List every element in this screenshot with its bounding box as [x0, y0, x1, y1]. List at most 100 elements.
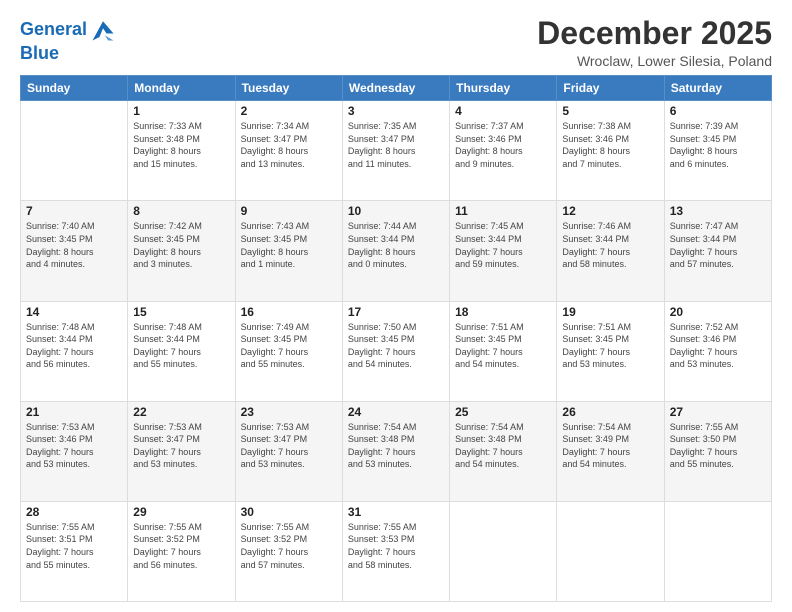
day-number: 8 [133, 204, 229, 218]
day-info: Sunrise: 7:46 AM Sunset: 3:44 PM Dayligh… [562, 220, 658, 270]
calendar-cell: 21Sunrise: 7:53 AM Sunset: 3:46 PM Dayli… [21, 401, 128, 501]
day-number: 5 [562, 104, 658, 118]
calendar-header-monday: Monday [128, 76, 235, 101]
calendar-cell: 2 Sunrise: 7:34 AM Sunset: 3:47 PM Daylig… [235, 101, 342, 201]
calendar-cell: 29 Sunrise: 7:55 AM Sunset: 3:52 PM Dayli… [128, 501, 235, 601]
day-info: Sunrise: 7:49 AM Sunset: 3:45 PM Dayligh… [241, 321, 337, 371]
day-number: 12 [562, 204, 658, 218]
day-number: 9 [241, 204, 337, 218]
day-number: 30 [241, 505, 337, 519]
calendar-header-wednesday: Wednesday [342, 76, 449, 101]
day-info: Sunrise: 7:33 AM Sunset: 3:48 PM Dayligh… [133, 120, 229, 170]
day-number: 16 [241, 305, 337, 319]
calendar-cell: 25 Sunrise: 7:54 AM Sunset: 3:48 PM Dayli… [450, 401, 557, 501]
day-info: Sunrise: 7:43 AM Sunset: 3:45 PM Dayligh… [241, 220, 337, 270]
day-info: Sunrise: 7:35 AM Sunset: 3:47 PM Dayligh… [348, 120, 444, 170]
day-info: Sunrise: 7:53 AM Sunset: 3:47 PM Dayligh… [241, 421, 337, 471]
calendar-cell [450, 501, 557, 601]
calendar-cell [21, 101, 128, 201]
day-info: Sunrise: 7:48 AM Sunset: 3:44 PM Dayligh… [26, 321, 122, 371]
day-number: 28 [26, 505, 122, 519]
day-number: 26 [562, 405, 658, 419]
day-info: Sunrise: 7:54 AM Sunset: 3:49 PM Dayligh… [562, 421, 658, 471]
calendar-week-row: 28 Sunrise: 7:55 AM Sunset: 3:51 PM Dayli… [21, 501, 772, 601]
day-number: 24 [348, 405, 444, 419]
day-info: Sunrise: 7:51 AM Sunset: 3:45 PM Dayligh… [562, 321, 658, 371]
calendar-cell: 31Sunrise: 7:55 AM Sunset: 3:53 PM Dayli… [342, 501, 449, 601]
day-number: 20 [670, 305, 766, 319]
calendar-cell: 3 Sunrise: 7:35 AM Sunset: 3:47 PM Daylig… [342, 101, 449, 201]
calendar-week-row: 7 Sunrise: 7:40 AM Sunset: 3:45 PM Daylig… [21, 201, 772, 301]
day-number: 2 [241, 104, 337, 118]
location: Wroclaw, Lower Silesia, Poland [537, 53, 772, 69]
calendar-cell: 5Sunrise: 7:38 AM Sunset: 3:46 PM Daylig… [557, 101, 664, 201]
day-number: 17 [348, 305, 444, 319]
logo-text-blue: Blue [20, 44, 117, 64]
calendar-cell: 6Sunrise: 7:39 AM Sunset: 3:45 PM Daylig… [664, 101, 771, 201]
calendar-cell: 16 Sunrise: 7:49 AM Sunset: 3:45 PM Dayli… [235, 301, 342, 401]
calendar-cell: 9 Sunrise: 7:43 AM Sunset: 3:45 PM Daylig… [235, 201, 342, 301]
calendar-cell: 20 Sunrise: 7:52 AM Sunset: 3:46 PM Dayli… [664, 301, 771, 401]
day-info: Sunrise: 7:53 AM Sunset: 3:47 PM Dayligh… [133, 421, 229, 471]
calendar-header-row: SundayMondayTuesdayWednesdayThursdayFrid… [21, 76, 772, 101]
day-info: Sunrise: 7:45 AM Sunset: 3:44 PM Dayligh… [455, 220, 551, 270]
day-info: Sunrise: 7:39 AM Sunset: 3:45 PM Dayligh… [670, 120, 766, 170]
day-info: Sunrise: 7:50 AM Sunset: 3:45 PM Dayligh… [348, 321, 444, 371]
calendar-header-friday: Friday [557, 76, 664, 101]
day-info: Sunrise: 7:53 AM Sunset: 3:46 PM Dayligh… [26, 421, 122, 471]
calendar-cell: 27Sunrise: 7:55 AM Sunset: 3:50 PM Dayli… [664, 401, 771, 501]
day-info: Sunrise: 7:34 AM Sunset: 3:47 PM Dayligh… [241, 120, 337, 170]
calendar-week-row: 1 Sunrise: 7:33 AM Sunset: 3:48 PM Daylig… [21, 101, 772, 201]
calendar-cell: 28 Sunrise: 7:55 AM Sunset: 3:51 PM Dayli… [21, 501, 128, 601]
day-info: Sunrise: 7:55 AM Sunset: 3:51 PM Dayligh… [26, 521, 122, 571]
calendar-cell: 12 Sunrise: 7:46 AM Sunset: 3:44 PM Dayli… [557, 201, 664, 301]
logo-text-general: General [20, 20, 87, 40]
day-info: Sunrise: 7:40 AM Sunset: 3:45 PM Dayligh… [26, 220, 122, 270]
day-info: Sunrise: 7:48 AM Sunset: 3:44 PM Dayligh… [133, 321, 229, 371]
calendar-table: SundayMondayTuesdayWednesdayThursdayFrid… [20, 75, 772, 602]
day-number: 14 [26, 305, 122, 319]
day-info: Sunrise: 7:54 AM Sunset: 3:48 PM Dayligh… [455, 421, 551, 471]
day-number: 3 [348, 104, 444, 118]
calendar-cell: 24 Sunrise: 7:54 AM Sunset: 3:48 PM Dayli… [342, 401, 449, 501]
calendar-cell: 22Sunrise: 7:53 AM Sunset: 3:47 PM Dayli… [128, 401, 235, 501]
day-number: 25 [455, 405, 551, 419]
calendar-cell: 19Sunrise: 7:51 AM Sunset: 3:45 PM Dayli… [557, 301, 664, 401]
day-info: Sunrise: 7:42 AM Sunset: 3:45 PM Dayligh… [133, 220, 229, 270]
calendar-week-row: 14 Sunrise: 7:48 AM Sunset: 3:44 PM Dayli… [21, 301, 772, 401]
day-info: Sunrise: 7:54 AM Sunset: 3:48 PM Dayligh… [348, 421, 444, 471]
calendar-header-tuesday: Tuesday [235, 76, 342, 101]
logo-icon [89, 16, 117, 44]
page: General Blue December 2025 Wroclaw, Lowe… [0, 0, 792, 612]
title-area: December 2025 Wroclaw, Lower Silesia, Po… [537, 16, 772, 69]
day-number: 15 [133, 305, 229, 319]
calendar-cell: 17 Sunrise: 7:50 AM Sunset: 3:45 PM Dayli… [342, 301, 449, 401]
day-info: Sunrise: 7:55 AM Sunset: 3:50 PM Dayligh… [670, 421, 766, 471]
logo: General Blue [20, 16, 117, 64]
calendar-header-saturday: Saturday [664, 76, 771, 101]
calendar-cell: 23 Sunrise: 7:53 AM Sunset: 3:47 PM Dayli… [235, 401, 342, 501]
calendar-cell [557, 501, 664, 601]
day-number: 1 [133, 104, 229, 118]
calendar-cell: 26 Sunrise: 7:54 AM Sunset: 3:49 PM Dayli… [557, 401, 664, 501]
calendar-cell: 7 Sunrise: 7:40 AM Sunset: 3:45 PM Daylig… [21, 201, 128, 301]
day-number: 29 [133, 505, 229, 519]
calendar-cell: 8 Sunrise: 7:42 AM Sunset: 3:45 PM Daylig… [128, 201, 235, 301]
month-title: December 2025 [537, 16, 772, 51]
calendar-cell: 30 Sunrise: 7:55 AM Sunset: 3:52 PM Dayli… [235, 501, 342, 601]
day-info: Sunrise: 7:51 AM Sunset: 3:45 PM Dayligh… [455, 321, 551, 371]
calendar-cell: 18Sunrise: 7:51 AM Sunset: 3:45 PM Dayli… [450, 301, 557, 401]
calendar-cell: 4Sunrise: 7:37 AM Sunset: 3:46 PM Daylig… [450, 101, 557, 201]
calendar-cell: 15 Sunrise: 7:48 AM Sunset: 3:44 PM Dayli… [128, 301, 235, 401]
day-info: Sunrise: 7:55 AM Sunset: 3:52 PM Dayligh… [133, 521, 229, 571]
day-number: 7 [26, 204, 122, 218]
calendar-week-row: 21Sunrise: 7:53 AM Sunset: 3:46 PM Dayli… [21, 401, 772, 501]
day-number: 23 [241, 405, 337, 419]
day-number: 4 [455, 104, 551, 118]
calendar-header-sunday: Sunday [21, 76, 128, 101]
day-info: Sunrise: 7:55 AM Sunset: 3:52 PM Dayligh… [241, 521, 337, 571]
day-info: Sunrise: 7:52 AM Sunset: 3:46 PM Dayligh… [670, 321, 766, 371]
day-number: 11 [455, 204, 551, 218]
calendar-cell: 11 Sunrise: 7:45 AM Sunset: 3:44 PM Dayli… [450, 201, 557, 301]
header: General Blue December 2025 Wroclaw, Lowe… [20, 16, 772, 69]
